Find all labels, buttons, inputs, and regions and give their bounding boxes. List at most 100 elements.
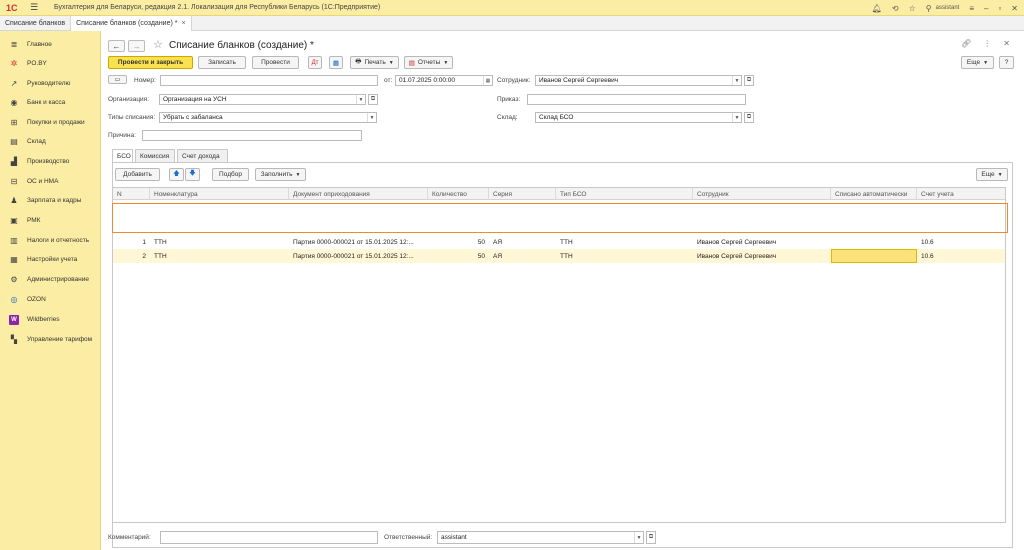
favorite-star-icon[interactable]: ☆: [153, 38, 163, 51]
number-input[interactable]: [160, 75, 378, 86]
tab-close-icon[interactable]: ×: [182, 20, 186, 27]
close-icon[interactable]: ✕: [1011, 4, 1018, 13]
column-header[interactable]: Количество: [428, 188, 489, 200]
sidebar-item-warehouse[interactable]: ▤ Склад: [0, 132, 101, 151]
settings-list-icon: ▦: [10, 255, 18, 264]
sidebar-item-accounting-settings[interactable]: ▦ Настройки учета: [0, 250, 101, 269]
back-button[interactable]: ←: [108, 40, 125, 52]
column-header[interactable]: N: [113, 188, 150, 200]
sidebar-item-assets[interactable]: ⊟ ОС и НМА: [0, 172, 101, 191]
date-input[interactable]: 01.07.2025 0:00:00 ▦: [395, 75, 493, 86]
move-up-button[interactable]: 🡅: [169, 168, 184, 181]
table-more-button[interactable]: Еще ▼: [976, 168, 1008, 181]
tab-income-account[interactable]: Счет дохода: [177, 149, 228, 162]
register-icon: ▣: [10, 216, 18, 225]
dt-kt-button[interactable]: Дт: [308, 56, 322, 69]
sidebar-item-poby[interactable]: ✲ PO.BY: [0, 54, 101, 73]
order-input[interactable]: [527, 94, 746, 105]
organization-field[interactable]: Организация на УСН ▼: [159, 94, 366, 105]
number-edit-toggle[interactable]: ▭: [108, 75, 127, 84]
form-window-actions: 🔗︎ ⋮ ✕: [961, 39, 1010, 48]
maximize-icon[interactable]: ▫: [998, 4, 1001, 13]
bell-icon[interactable]: 🔔︎: [872, 4, 882, 13]
table-row[interactable]: 1 ТТН Партия 0000-000021 от 15.01.2025 1…: [113, 235, 1005, 249]
column-header[interactable]: Сотрудник: [693, 188, 831, 200]
responsible-open-button[interactable]: ⧉: [646, 531, 656, 544]
column-header[interactable]: Серия: [489, 188, 556, 200]
auto-writeoff-checkbox[interactable]: [831, 235, 917, 249]
gear-icon: ⚙: [10, 275, 18, 284]
comment-input[interactable]: [160, 531, 378, 544]
chevron-down-icon[interactable]: ▼: [732, 113, 741, 122]
settings-menu-icon[interactable]: ≡: [969, 4, 974, 13]
sidebar-item-sales[interactable]: ⊞ Покупки и продажи: [0, 113, 101, 132]
reason-input[interactable]: [142, 130, 362, 141]
help-button[interactable]: ?: [999, 56, 1014, 69]
sidebar-item-salary[interactable]: ♟ Зарплата и кадры: [0, 191, 101, 210]
page-title: Списание бланков (создание) *: [169, 40, 314, 51]
fill-button[interactable]: Заполнить ▼: [255, 168, 306, 181]
forward-button[interactable]: →: [128, 40, 145, 52]
save-button[interactable]: Записать: [198, 56, 246, 69]
tab-commission[interactable]: Комиссия: [135, 149, 175, 162]
list-icon: ≣: [10, 40, 18, 49]
sidebar-item-admin[interactable]: ⚙ Администрирование: [0, 270, 101, 289]
warehouse-open-button[interactable]: ⧉: [744, 112, 754, 123]
org-label: Организация:: [108, 96, 150, 103]
order-label: Приказ:: [497, 96, 521, 103]
sidebar-item-bank[interactable]: ◉ Банк и касса: [0, 93, 101, 112]
post-and-close-button[interactable]: Провести и закрыть: [108, 56, 193, 69]
sidebar-item-tariff[interactable]: ▚ Управление тарифом: [0, 330, 101, 349]
date-label: от:: [384, 77, 393, 84]
arrow-left-icon: ←: [112, 41, 121, 51]
sidebar-item-wildberries[interactable]: W Wildberries: [0, 310, 101, 329]
menu-icon[interactable]: ☰: [30, 2, 44, 13]
tab-blank-writeoff-create[interactable]: Списание бланков (создание) * ×: [71, 16, 192, 31]
column-header[interactable]: Номенклатура: [150, 188, 289, 200]
structure-button[interactable]: ▦: [329, 56, 343, 69]
sidebar-item-ozon[interactable]: ◎ OZON: [0, 290, 101, 309]
table-header: N Номенклатура Документ оприходования Ко…: [113, 188, 1005, 200]
warehouse-field[interactable]: Склад БСО ▼: [535, 112, 742, 123]
pick-button[interactable]: Подбор: [212, 168, 249, 181]
auto-writeoff-checkbox-active[interactable]: [831, 249, 917, 263]
favorites-icon[interactable]: ☆: [909, 4, 916, 13]
post-button[interactable]: Провести: [252, 56, 299, 69]
tab-blank-writeoff-list[interactable]: Списание бланков: [0, 16, 72, 31]
writeoff-type-select[interactable]: Убрать с забаланса ▼: [159, 112, 377, 123]
minimize-icon[interactable]: –: [984, 4, 988, 13]
table-row-selected[interactable]: 2 ТТН Партия 0000-000021 от 15.01.2025 1…: [113, 249, 1005, 263]
sidebar-item-taxes[interactable]: ▥ Налоги и отчетность: [0, 231, 101, 250]
move-down-button[interactable]: 🡇: [185, 168, 200, 181]
more-button[interactable]: Еще ▼: [961, 56, 994, 69]
sidebar-item-main[interactable]: ≣ Главное: [0, 35, 101, 54]
column-header[interactable]: Счет учета: [917, 188, 1005, 200]
current-user[interactable]: assistant: [936, 5, 960, 11]
chevron-down-icon[interactable]: ▼: [367, 113, 376, 122]
link-icon[interactable]: 🔗︎: [961, 39, 971, 48]
calendar-icon[interactable]: ▦: [483, 76, 492, 85]
open-link-icon: ⧉: [648, 534, 654, 540]
open-link-icon: ⧉: [746, 114, 752, 120]
chevron-down-icon[interactable]: ▼: [634, 532, 643, 543]
print-button[interactable]: 🖶︎ Печать ▼: [350, 56, 399, 69]
chevron-down-icon[interactable]: ▼: [356, 95, 365, 104]
sidebar-item-manager[interactable]: ↗ Руководителю: [0, 74, 101, 93]
tab-bso[interactable]: БСО: [112, 149, 133, 163]
close-form-icon[interactable]: ✕: [1003, 39, 1010, 48]
column-header[interactable]: Документ оприходования: [289, 188, 428, 200]
organization-open-button[interactable]: ⧉: [368, 94, 378, 105]
employee-open-button[interactable]: ⧉: [744, 75, 754, 86]
add-row-button[interactable]: Добавить: [115, 168, 160, 181]
more-vertical-icon[interactable]: ⋮: [983, 39, 991, 48]
sidebar-item-production[interactable]: ▟ Производство: [0, 152, 101, 171]
search-icon[interactable]: ⚲: [926, 4, 932, 13]
chevron-down-icon[interactable]: ▼: [732, 76, 741, 85]
responsible-field[interactable]: assistant ▼: [437, 531, 644, 544]
history-icon[interactable]: ⟲: [892, 4, 899, 13]
employee-field[interactable]: Иванов Сергей Сергеевич ▼: [535, 75, 742, 86]
reports-button[interactable]: ▤ Отчеты ▼: [404, 56, 453, 69]
column-header[interactable]: Списано автоматически: [831, 188, 917, 200]
sidebar-item-pos[interactable]: ▣ РМК: [0, 211, 101, 230]
column-header[interactable]: Тип БСО: [556, 188, 693, 200]
